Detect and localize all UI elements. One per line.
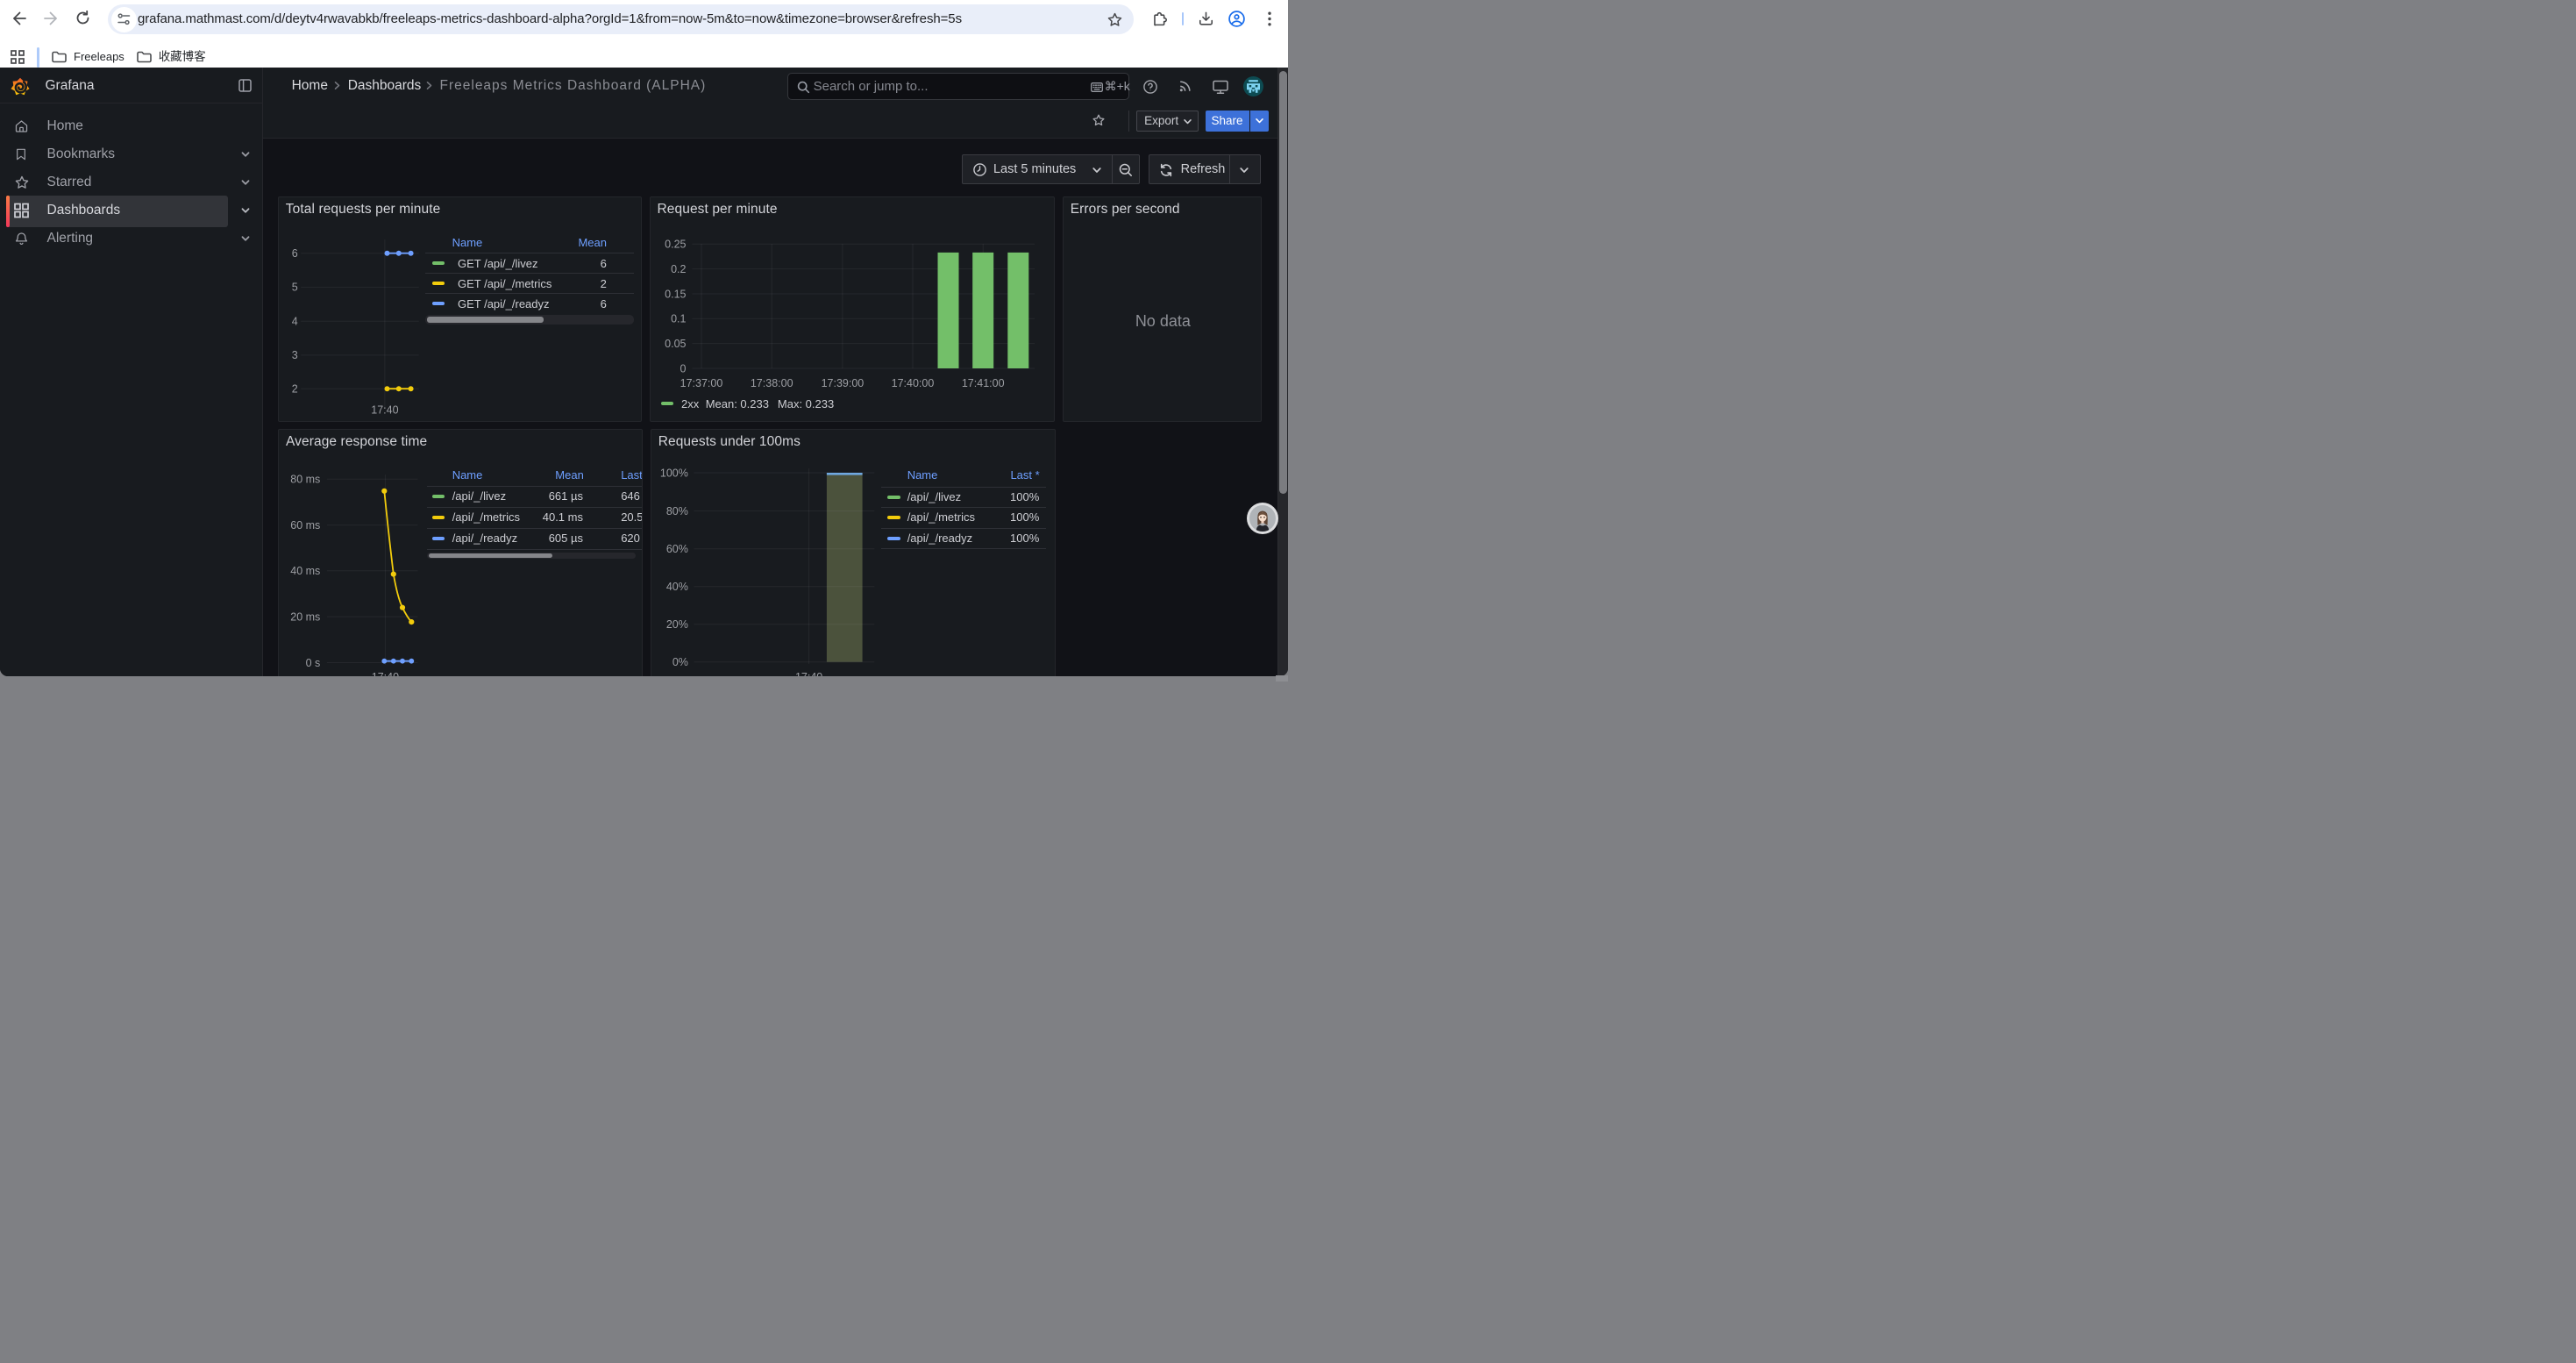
svg-text:20 ms: 20 ms xyxy=(290,610,320,623)
svg-text:0.15: 0.15 xyxy=(665,288,686,300)
svg-text:0.25: 0.25 xyxy=(665,238,686,250)
svg-text:17:39:00: 17:39:00 xyxy=(821,377,864,389)
svg-text:4: 4 xyxy=(292,315,298,327)
svg-text:0.2: 0.2 xyxy=(671,262,686,275)
svg-text:80%: 80% xyxy=(666,505,688,517)
svg-text:6: 6 xyxy=(292,247,298,260)
svg-text:17:40: 17:40 xyxy=(795,671,822,676)
svg-text:17:40: 17:40 xyxy=(371,403,398,416)
svg-text:17:40: 17:40 xyxy=(372,671,399,676)
svg-text:5: 5 xyxy=(292,281,298,293)
svg-text:100%: 100% xyxy=(660,467,688,479)
svg-text:20%: 20% xyxy=(666,618,688,631)
svg-text:0.1: 0.1 xyxy=(671,312,686,325)
svg-text:60%: 60% xyxy=(666,543,688,555)
svg-text:60 ms: 60 ms xyxy=(290,519,320,532)
svg-text:0.05: 0.05 xyxy=(665,337,686,349)
svg-text:0: 0 xyxy=(680,362,686,375)
svg-text:0 s: 0 s xyxy=(306,656,321,668)
svg-text:17:41:00: 17:41:00 xyxy=(961,377,1004,389)
svg-text:0%: 0% xyxy=(672,656,688,668)
svg-text:3: 3 xyxy=(292,349,298,361)
svg-text:80 ms: 80 ms xyxy=(290,473,320,485)
svg-text:40%: 40% xyxy=(666,581,688,593)
svg-text:17:38:00: 17:38:00 xyxy=(750,377,793,389)
svg-text:40 ms: 40 ms xyxy=(290,565,320,577)
svg-text:17:37:00: 17:37:00 xyxy=(680,377,722,389)
svg-text:2: 2 xyxy=(292,382,298,395)
svg-text:17:40:00: 17:40:00 xyxy=(891,377,934,389)
